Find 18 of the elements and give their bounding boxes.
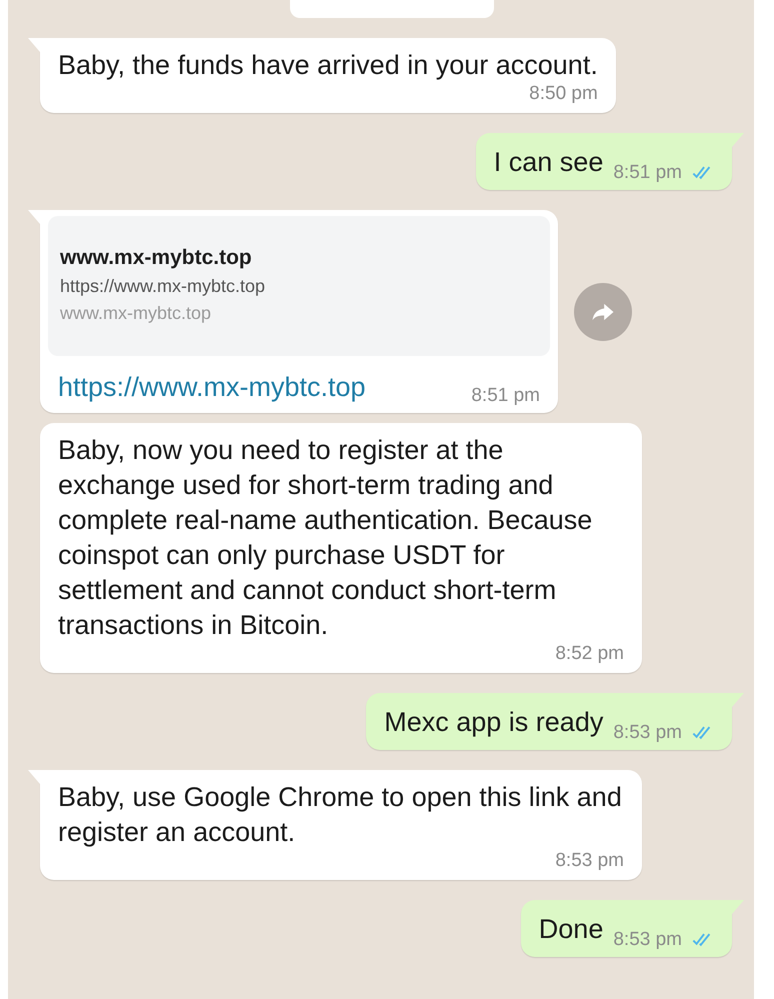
preview-url: https://www.mx-mybtc.top: [60, 276, 266, 297]
message-text: Baby, now you need to register at the exchange used for short-term trading and complete real-name authentication. Because coinspot can only purchase USDT for settlement and cannot conduct short-term transactions in Bitcoin.: [58, 434, 594, 642]
message-link[interactable]: https://www.mx-mybtc.top: [58, 372, 366, 403]
message-time: 8:52 pm: [555, 643, 624, 665]
message-text: Done: [538, 913, 604, 946]
message-time: 8:53 pm: [613, 722, 682, 744]
preview-domain: www.mx-mybtc.top: [60, 303, 212, 324]
message-time: 8:53 pm: [613, 929, 682, 951]
message-text: Baby, use Google Chrome to open this link and register an account.: [58, 781, 623, 849]
message-text: Baby, the funds have arrived in your account.: [58, 49, 598, 82]
message-text: I can see: [494, 146, 604, 179]
preview-title: www.mx-mybtc.top: [60, 246, 253, 270]
message-time: 8:51 pm: [471, 385, 540, 407]
message-text: Mexc app is ready: [384, 706, 604, 739]
message-time: 8:53 pm: [555, 850, 624, 872]
message-time: 8:50 pm: [529, 83, 598, 105]
message-time: 8:51 pm: [613, 162, 682, 184]
link-preview[interactable]: www.mx-mybtc.top https://www.mx-mybtc.top www.mx-mybtc.top: [48, 216, 550, 356]
